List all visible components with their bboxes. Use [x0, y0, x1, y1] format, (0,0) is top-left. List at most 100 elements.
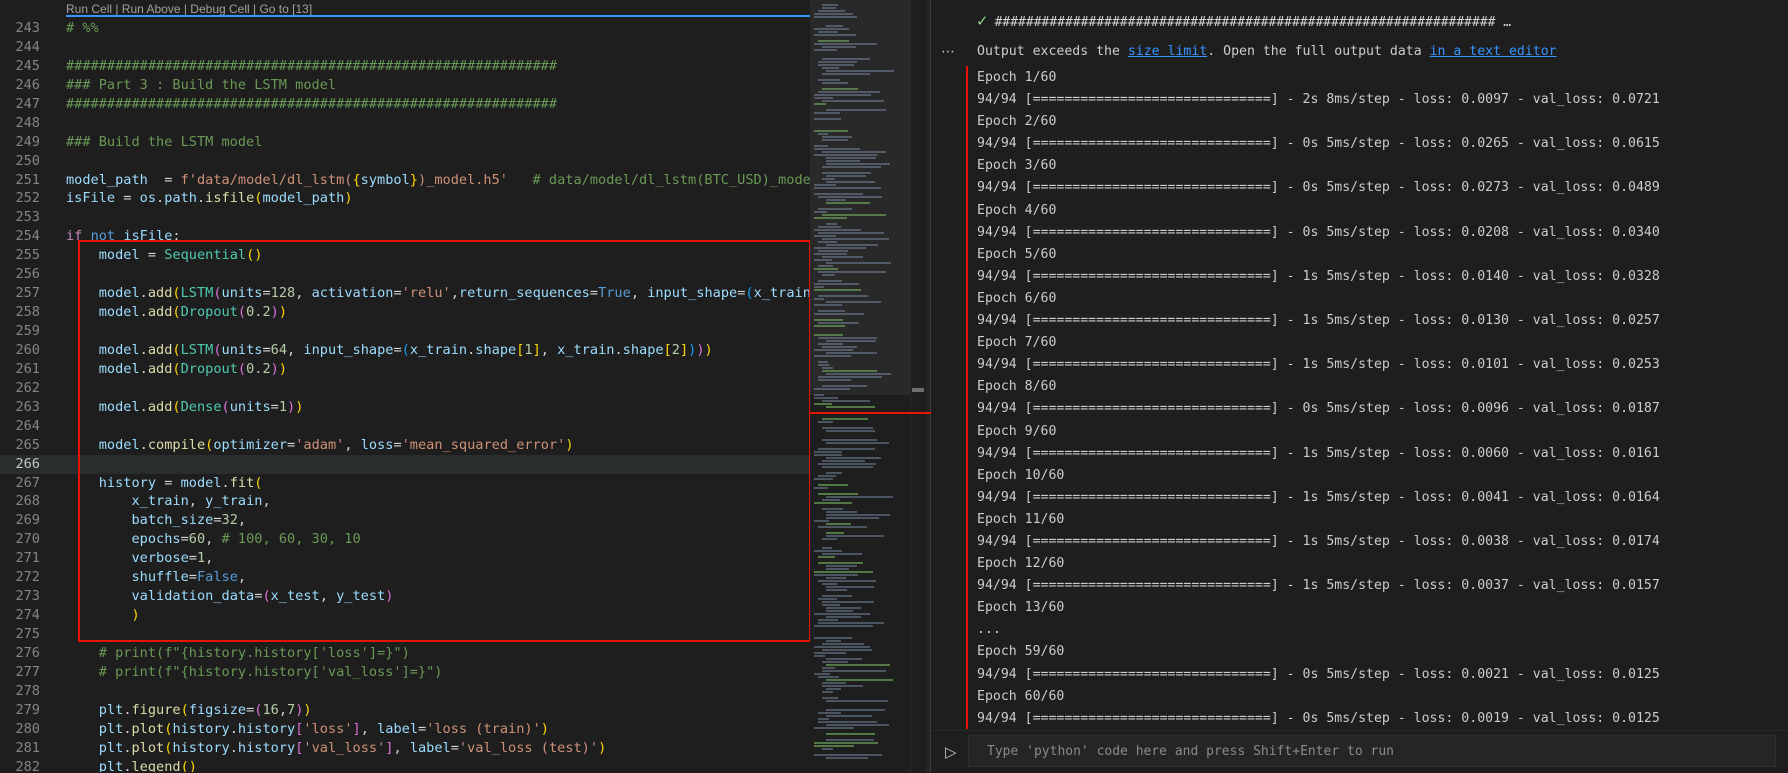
minimap-line — [818, 712, 841, 714]
minimap-line — [818, 598, 837, 600]
code-line[interactable]: 251 model_path = f'data/model/dl_lstm({sy… — [0, 171, 810, 190]
code-lines[interactable]: 243 # %% 244 245 ###########################… — [0, 19, 810, 772]
code-line[interactable]: 255 model = Sequential() — [0, 246, 810, 265]
line-number: 250 — [15, 152, 40, 169]
line-number: 243 — [15, 20, 40, 36]
code-line[interactable]: 278 — [0, 682, 810, 701]
code-token: Dense — [180, 398, 222, 415]
minimap-line — [814, 613, 870, 615]
code-token: if — [66, 228, 83, 245]
line-number: 278 — [15, 682, 40, 699]
code-line[interactable]: 272 shuffle=False, — [0, 568, 810, 587]
minimap-line — [814, 625, 873, 627]
minimap-slider[interactable] — [810, 0, 910, 395]
code-line[interactable]: 266 — [0, 454, 810, 474]
code-token: ( — [172, 398, 181, 415]
minimap-line — [826, 664, 890, 666]
code-line[interactable]: 275 — [0, 625, 810, 644]
code-text: ########################################… — [66, 95, 557, 114]
code-token: 1 — [196, 550, 206, 567]
output-cell-header[interactable]: ✓ #######################################… — [976, 12, 1511, 30]
minimap-line — [822, 670, 886, 672]
code-token: activation — [311, 285, 394, 302]
log-line: Epoch 7/60 — [977, 335, 1057, 351]
minimap-line — [822, 466, 873, 468]
code-line[interactable]: 253 — [0, 208, 810, 227]
code-line[interactable]: 276 # print(f"{history.history['loss']=}… — [0, 644, 810, 663]
code-line[interactable]: 263 model.add(Dense(units=1)) — [0, 398, 810, 417]
code-line[interactable]: 280 plt.plot(history.history['loss'], la… — [0, 720, 810, 739]
code-token: x_train — [409, 341, 468, 358]
code-line[interactable]: 271 verbose=1, — [0, 549, 810, 568]
code-line[interactable]: 246 ### Part 3 : Build the LSTM model — [0, 76, 810, 95]
output-scrollbar[interactable] — [1777, 0, 1788, 730]
code-line[interactable]: 248 — [0, 114, 810, 133]
code-line[interactable]: 282 plt.legend() — [0, 758, 810, 772]
code-line[interactable]: 250 — [0, 152, 810, 171]
size-limit-link[interactable]: size limit — [1128, 44, 1207, 59]
text-editor-link[interactable]: in a text editor — [1430, 44, 1557, 59]
code-token: ) — [287, 398, 296, 415]
code-line[interactable]: 256 — [0, 265, 810, 284]
line-number: 259 — [15, 323, 40, 339]
code-token: history — [98, 474, 157, 491]
code-token: history — [172, 739, 230, 756]
log-line: Epoch 4/60 — [977, 202, 1057, 218]
minimap-line — [814, 652, 846, 654]
log-line: 94/94 [==============================] -… — [977, 401, 1660, 417]
code-token: = — [262, 341, 271, 358]
code-line[interactable]: 273 validation_data=(x_test, y_test) — [0, 587, 810, 606]
minimap-line — [822, 667, 835, 669]
code-token: , — [630, 285, 648, 302]
code-token: ) — [270, 360, 279, 377]
code-line[interactable]: 268 x_train, y_train, — [0, 492, 810, 511]
training-log: Epoch 1/60 94/94 [=======================… — [977, 67, 1660, 730]
code-line[interactable]: 279 plt.figure(figsize=(16,7)) — [0, 701, 810, 720]
code-token: ) — [540, 720, 549, 737]
minimap-line — [826, 589, 847, 591]
code-line[interactable]: 262 — [0, 379, 810, 398]
line-number: 253 — [15, 209, 40, 226]
python-code-input[interactable] — [968, 735, 1776, 767]
code-editor[interactable]: Run Cell | Run Above | Debug Cell | Go t… — [0, 0, 810, 772]
code-line[interactable]: 245 #####################################… — [0, 57, 810, 76]
code-token: x_train — [131, 493, 189, 510]
line-number: 260 — [15, 341, 40, 358]
code-token: add — [147, 285, 173, 302]
code-token: ) — [278, 304, 288, 321]
code-line[interactable]: 277 # print(f"{history.history['val_loss… — [0, 663, 810, 682]
code-line[interactable]: 258 model.add(Dropout(0.2)) — [0, 303, 810, 322]
code-token: ) — [344, 190, 353, 207]
code-line[interactable]: 254 if not isFile: — [0, 227, 810, 246]
code-line[interactable]: 264 — [0, 417, 810, 436]
code-line[interactable]: 243 # %% — [0, 19, 810, 38]
code-token: . — [139, 436, 148, 453]
code-line[interactable]: 244 — [0, 38, 810, 57]
code-line[interactable]: 274 ) — [0, 606, 810, 625]
code-line[interactable]: 247 #####################################… — [0, 95, 810, 114]
editor-scrollbar[interactable] — [910, 0, 927, 772]
code-line[interactable]: 260 model.add(LSTM(units=64, input_shape… — [0, 341, 810, 360]
code-token: ) — [270, 304, 279, 321]
editor-scrollbar-thumb[interactable] — [912, 388, 924, 392]
code-line[interactable]: 265 model.compile(optimizer='adam', loss… — [0, 436, 810, 455]
code-token: 64 — [270, 341, 288, 358]
code-token: () — [246, 247, 263, 264]
line-number: 272 — [15, 569, 40, 586]
code-line[interactable]: 249 ### Build the LSTM model — [0, 133, 810, 152]
code-token: units — [221, 285, 263, 302]
more-actions-icon[interactable]: ⋯ — [941, 44, 955, 60]
code-line[interactable]: 261 model.add(Dropout(0.2)) — [0, 360, 810, 379]
run-icon[interactable]: ▷ — [945, 743, 957, 761]
code-token: optimizer — [213, 436, 288, 453]
code-line[interactable]: 267 history = model.fit( — [0, 474, 810, 493]
code-line[interactable]: 281 plt.plot(history.history['val_loss']… — [0, 739, 810, 758]
code-line[interactable]: 270 epochs=60, # 100, 60, 30, 10 — [0, 530, 810, 549]
code-line[interactable]: 269 batch_size=32, — [0, 511, 810, 530]
code-line[interactable]: 257 model.add(LSTM(units=128, activation… — [0, 284, 810, 303]
code-line[interactable]: 252 isFile = os.path.isfile(model_path) — [0, 189, 810, 208]
code-line[interactable]: 259 — [0, 322, 810, 341]
